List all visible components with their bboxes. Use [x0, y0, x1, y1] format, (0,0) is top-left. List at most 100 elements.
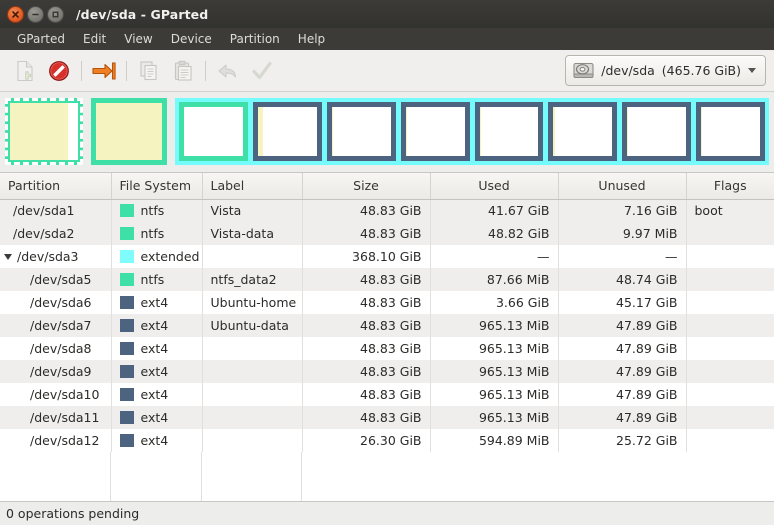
cell-size: 48.83 GiB [302, 222, 431, 245]
cell-unused: 48.74 GiB [558, 268, 687, 291]
partition-path-label: /dev/sda1 [13, 203, 75, 219]
column-header-used[interactable]: Used [430, 173, 559, 200]
toolbar-group-create [8, 55, 279, 87]
column-header-unused[interactable]: Unused [558, 173, 687, 200]
partition-block-fill [96, 103, 162, 160]
window-controls [7, 5, 64, 23]
menu-item-edit[interactable]: Edit [74, 31, 115, 48]
paste-partition-button[interactable] [166, 55, 200, 87]
table-row[interactable]: /dev/sda10 ext4 48.83 GiB 965.13 MiB 47.89 G… [0, 383, 774, 406]
partition-name: /dev/sda2 [0, 226, 110, 241]
cell-flags [686, 360, 774, 383]
cell-used: 594.89 MiB [430, 429, 559, 452]
undo-operation-button[interactable] [211, 55, 245, 87]
close-icon [12, 10, 19, 18]
filesystem-label: ext4 [140, 433, 169, 448]
table-row[interactable]: /dev/sda5 ntfs ntfs_data2 48.83 GiB 87.66 Mi… [0, 268, 774, 291]
cell-partition: /dev/sda12 [0, 429, 112, 452]
column-header-size[interactable]: Size [302, 173, 431, 200]
partition-block-sda2[interactable] [91, 98, 167, 165]
table-row[interactable]: /dev/sda3 extended 368.10 GiB — — [0, 245, 774, 268]
hard-disk-icon [573, 62, 594, 78]
cell-size: 48.83 GiB [302, 291, 431, 314]
cell-flags [686, 383, 774, 406]
status-bar: 0 operations pending [0, 501, 774, 525]
partition-path-label: /dev/sda2 [13, 226, 75, 241]
column-header-file-system[interactable]: File System [111, 173, 203, 200]
menu-item-view[interactable]: View [115, 31, 161, 48]
table-row[interactable]: /dev/sda9 ext4 48.83 GiB 965.13 MiB 47.89 Gi… [0, 360, 774, 383]
copy-partition-button[interactable] [132, 55, 166, 87]
partition-block-sda12[interactable] [696, 102, 765, 161]
menu-item-help[interactable]: Help [289, 31, 334, 48]
cell-unused: 47.89 GiB [558, 314, 687, 337]
cell-unused: 47.89 GiB [558, 406, 687, 429]
partition-graphic-panel [0, 92, 774, 172]
cell-flags [686, 222, 774, 245]
cell-used: 965.13 MiB [430, 383, 559, 406]
column-header-partition[interactable]: Partition [0, 173, 112, 200]
table-row[interactable]: /dev/sda2 ntfs Vista-data 48.83 GiB 48.82 Gi… [0, 222, 774, 245]
filesystem-label: ntfs [140, 272, 165, 287]
cell-label: ntfs_data2 [202, 268, 303, 291]
close-button[interactable] [7, 5, 24, 23]
partition-name: /dev/sda5 [0, 272, 110, 287]
partition-name: /dev/sda9 [0, 364, 110, 379]
device-size-label: (465.76 GiB) [661, 63, 741, 78]
device-name-label: /dev/sda [601, 63, 655, 78]
partition-block-sda10[interactable] [548, 102, 618, 161]
menu-item-partition[interactable]: Partition [221, 31, 289, 48]
partition-table-area: Partition File System Label Size Used Un… [0, 172, 774, 501]
cell-flags [686, 268, 774, 291]
partition-block-fill [405, 107, 465, 156]
new-partition-button[interactable] [8, 55, 42, 87]
partition-block-sda3-extended[interactable] [175, 98, 769, 165]
cell-used: 965.13 MiB [430, 314, 559, 337]
minimize-button[interactable] [27, 5, 44, 23]
table-row[interactable]: /dev/sda12 ext4 26.30 GiB 594.89 MiB 25.72 G… [0, 429, 774, 452]
table-row[interactable]: /dev/sda8 ext4 48.83 GiB 965.13 MiB 47.89 Gi… [0, 337, 774, 360]
partition-path-label: /dev/sda5 [30, 272, 92, 287]
expander-triangle-icon[interactable] [4, 253, 12, 260]
partition-block-sda5[interactable] [179, 102, 248, 161]
cell-label [202, 337, 303, 360]
resize-move-partition-button[interactable] [87, 55, 121, 87]
table-row[interactable]: /dev/sda11 ext4 48.83 GiB 965.13 MiB 47.89 G… [0, 406, 774, 429]
cell-size: 48.83 GiB [302, 199, 431, 222]
partition-graphic[interactable] [5, 98, 769, 165]
partition-name: /dev/sda3 [0, 249, 110, 264]
partition-block-fill [479, 107, 539, 156]
column-header-label[interactable]: Label [202, 173, 303, 200]
partition-block-sda9[interactable] [474, 102, 544, 161]
partition-block-sda8[interactable] [400, 102, 470, 161]
partition-path-label: /dev/sda10 [30, 387, 100, 402]
partition-block-sda7[interactable] [326, 102, 396, 161]
cell-partition: /dev/sda5 [0, 268, 112, 291]
partition-block-sda1[interactable] [5, 98, 83, 165]
table-row[interactable]: /dev/sda7 ext4 Ubuntu-data 48.83 GiB 965.13 … [0, 314, 774, 337]
maximize-icon [52, 11, 59, 17]
apply-operations-button[interactable] [245, 55, 279, 87]
filesystem-label: ntfs [140, 226, 165, 241]
cell-label [202, 360, 303, 383]
extended-partition-children [179, 102, 765, 161]
cell-file-system: ext4 [111, 314, 203, 337]
cell-flags [686, 406, 774, 429]
filesystem-color-swatch [119, 411, 134, 424]
partition-block-sda11[interactable] [622, 102, 692, 161]
partition-name: /dev/sda1 [0, 203, 110, 219]
delete-partition-button[interactable] [42, 55, 76, 87]
menu-item-gparted[interactable]: GParted [8, 31, 74, 48]
filesystem-color-swatch [119, 319, 134, 332]
maximize-button[interactable] [47, 5, 64, 23]
cell-file-system: ext4 [111, 429, 203, 452]
partition-path-label: /dev/sda12 [30, 433, 100, 448]
cell-unused: — [558, 245, 687, 268]
cell-flags: boot [686, 199, 774, 222]
table-row[interactable]: /dev/sda1 ntfs Vista 48.83 GiB 41.67 GiB 7.16… [0, 199, 774, 222]
column-header-flags[interactable]: Flags [686, 173, 774, 200]
device-selector[interactable]: /dev/sda (465.76 GiB) [565, 55, 766, 86]
partition-block-sda6[interactable] [252, 102, 322, 161]
menu-item-device[interactable]: Device [162, 31, 221, 48]
table-row[interactable]: /dev/sda6 ext4 Ubuntu-home 48.83 GiB 3.66 Gi… [0, 291, 774, 314]
